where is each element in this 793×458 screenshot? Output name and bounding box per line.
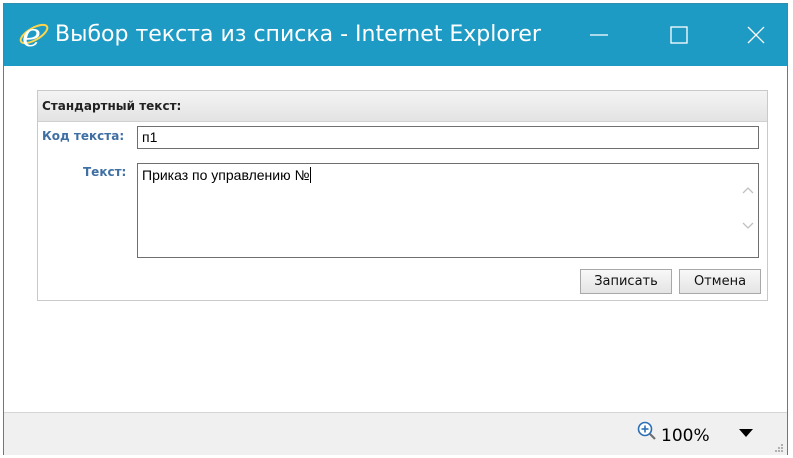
resize-grip-icon[interactable] — [774, 443, 784, 453]
status-bar: 100% — [4, 412, 787, 455]
text-caret — [310, 167, 312, 183]
text-area[interactable]: Приказ по управлению № — [137, 163, 759, 258]
text-value: Приказ по управлению № — [142, 167, 310, 183]
text-label: Текст: — [83, 165, 127, 179]
internet-explorer-icon: e — [19, 16, 49, 52]
text-area-value: Приказ по управлению № — [142, 167, 312, 183]
chevron-down-icon[interactable] — [739, 429, 753, 438]
standard-text-panel: Стандартный текст: Код текста: п1 Текст:… — [37, 90, 768, 301]
close-icon — [747, 26, 765, 44]
cancel-button[interactable]: Отмена — [679, 269, 761, 294]
minimize-button[interactable] — [569, 4, 629, 66]
scroll-down-icon[interactable] — [742, 222, 754, 230]
panel-title: Стандартный текст: — [42, 99, 182, 113]
ie-window: e Выбор текста из списка - Internet Expl… — [3, 3, 788, 455]
maximize-icon — [670, 26, 688, 44]
code-input[interactable]: п1 — [137, 126, 759, 149]
maximize-button[interactable] — [649, 4, 709, 66]
scroll-up-icon[interactable] — [742, 186, 754, 194]
zoom-in-icon[interactable] — [636, 420, 658, 442]
close-button[interactable] — [726, 4, 786, 66]
svg-text:e: e — [22, 16, 41, 52]
save-button[interactable]: Записать — [580, 269, 672, 294]
panel-header: Стандартный текст: — [38, 91, 767, 122]
zoom-level[interactable]: 100% — [661, 426, 710, 446]
title-bar[interactable]: e Выбор текста из списка - Internet Expl… — [4, 4, 787, 66]
window-title: Выбор текста из списка - Internet Explor… — [55, 22, 541, 47]
code-label: Код текста: — [42, 129, 125, 143]
page-content: Стандартный текст: Код текста: п1 Текст:… — [4, 66, 787, 412]
minimize-icon — [590, 34, 608, 36]
